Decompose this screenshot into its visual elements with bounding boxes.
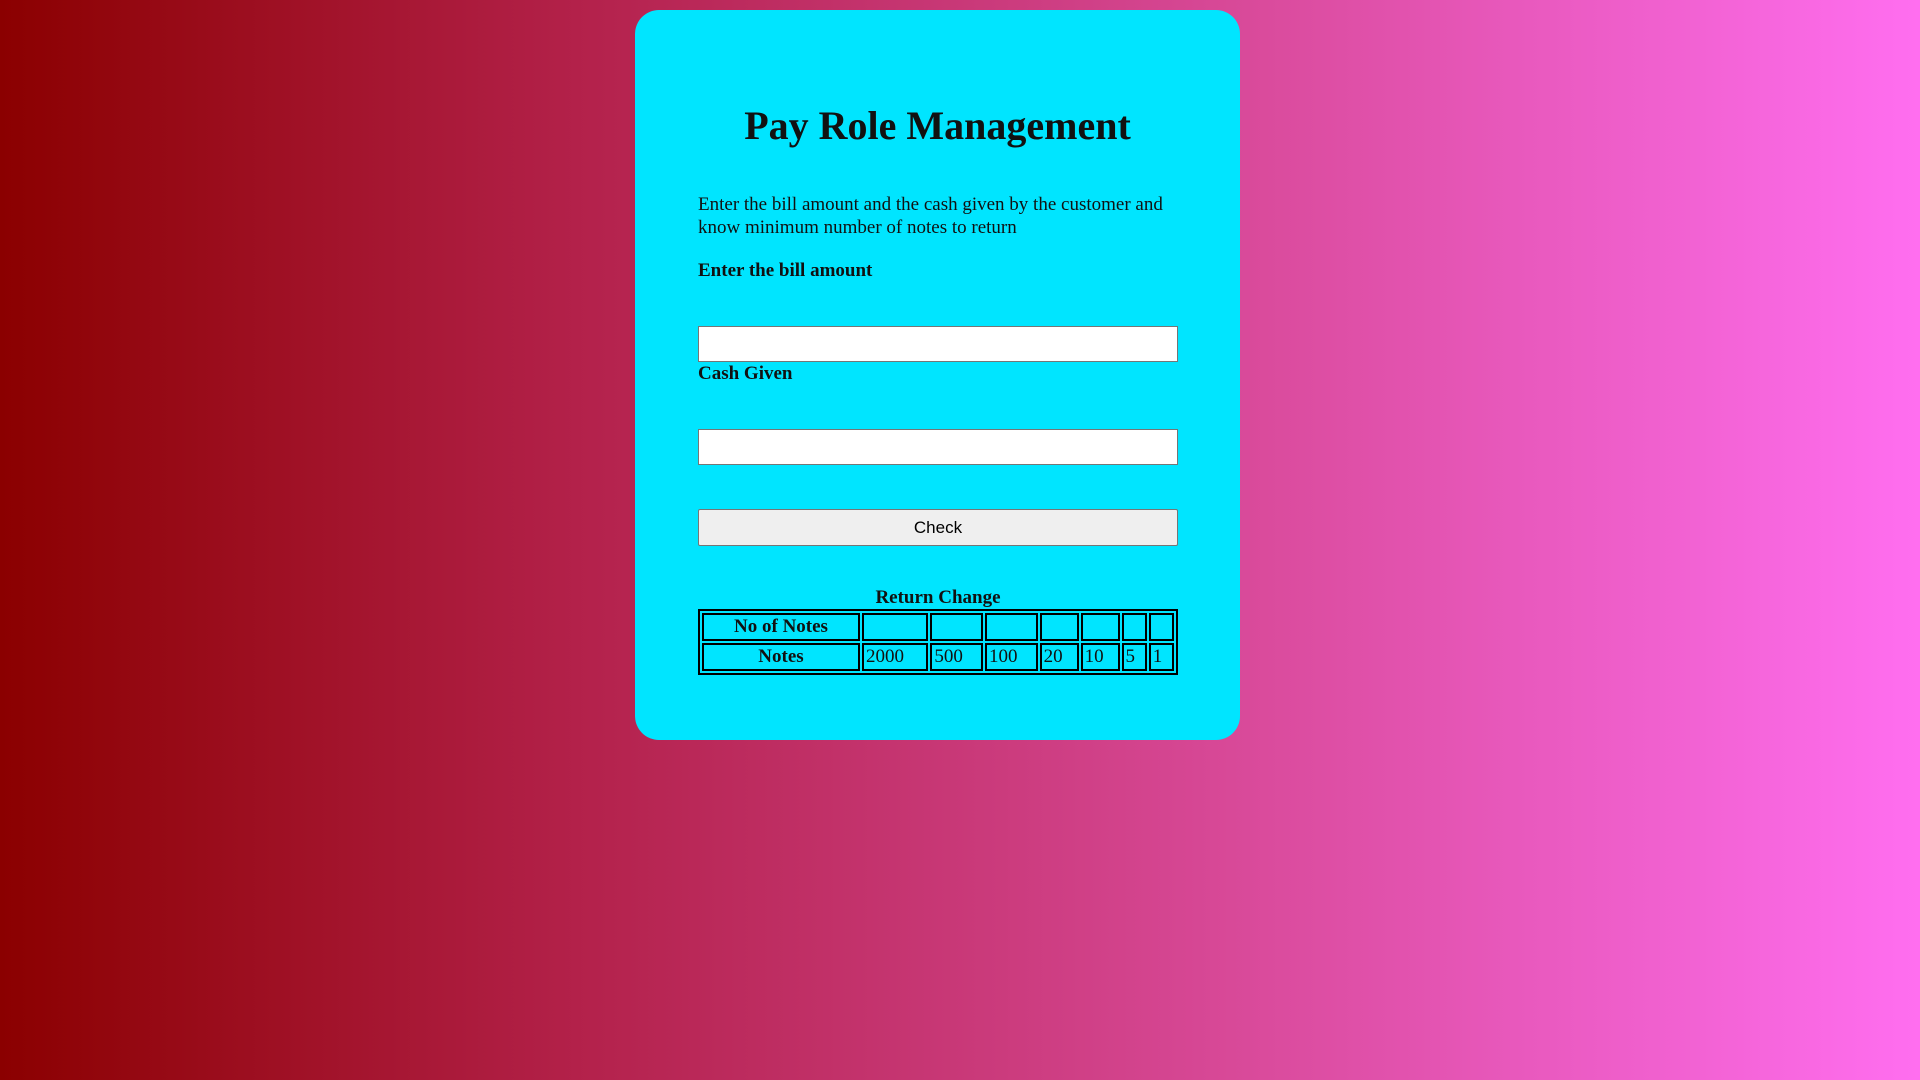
table-row-count: No of Notes (702, 613, 1174, 641)
cash-given-input[interactable] (698, 429, 1178, 465)
bill-amount-label: Enter the bill amount (698, 260, 873, 281)
note-count-cell (1039, 613, 1079, 641)
page-title: Pay Role Management (744, 103, 1131, 148)
note-count-cell (1148, 613, 1174, 641)
note-count-cell (1080, 613, 1120, 641)
note-denomination-cell: 100 (984, 643, 1038, 671)
return-change-table: No of Notes Notes 2000 500 100 20 10 5 1 (698, 609, 1178, 675)
note-denomination-cell: 2000 (862, 643, 929, 671)
note-count-cell (1121, 613, 1147, 641)
note-denomination-cell: 5 (1121, 643, 1147, 671)
note-count-cell (984, 613, 1038, 641)
main-card: Pay Role Management Enter the bill amoun… (635, 10, 1240, 740)
bill-amount-input[interactable] (698, 326, 1178, 362)
row-header-notes: Notes (702, 643, 860, 671)
check-button[interactable]: Check (698, 509, 1178, 546)
note-denomination-cell: 1 (1148, 643, 1174, 671)
note-count-cell (862, 613, 929, 641)
note-count-cell (930, 613, 983, 641)
table-row-notes: Notes 2000 500 100 20 10 5 1 (702, 643, 1174, 671)
description-text: Enter the bill amount and the cash given… (698, 194, 1163, 238)
return-change-caption: Return Change (875, 587, 1001, 608)
note-denomination-cell: 500 (930, 643, 983, 671)
note-denomination-cell: 10 (1080, 643, 1120, 671)
cash-given-label: Cash Given (698, 363, 793, 384)
row-header-no-of-notes: No of Notes (702, 613, 860, 641)
note-denomination-cell: 20 (1039, 643, 1079, 671)
